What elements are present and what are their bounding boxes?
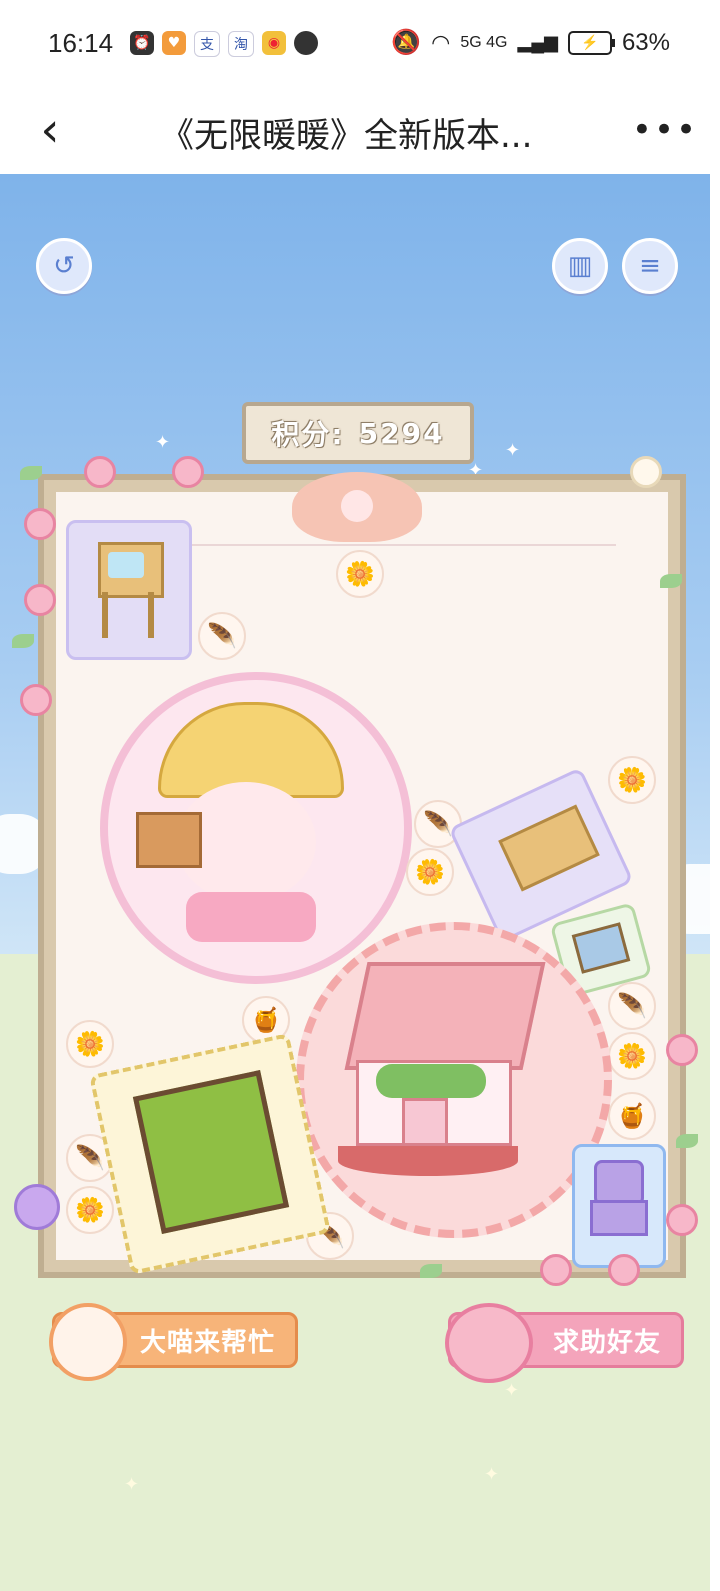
flower-pot-item[interactable]: 🌼 [336,550,384,598]
friend-avatar [445,1303,533,1383]
sparkle: ✦ [124,1474,140,1495]
more-options-button[interactable]: ••• [630,100,700,160]
back-button[interactable]: ‹ [20,100,80,160]
list-button[interactable]: ≡ [622,238,678,294]
score-plate: 积分: 5294 [242,402,474,464]
nightstand-leg [102,592,108,638]
feather-item[interactable]: 🪶 [198,612,246,660]
progress-line [176,544,616,546]
house-path [338,1146,518,1176]
leaf-decoration [420,1264,442,1278]
alarm-icon: ⏰ [130,31,154,55]
house-door [402,1098,448,1146]
battery-icon: ⚡ [567,30,615,55]
network-label: 5G 4G [460,33,508,51]
status-right: 🔕 ◠ 5G 4G ▂▄▆ ⚡ 63% [391,28,670,57]
signal-icon: ▂▄▆ [517,32,558,52]
girl-body [186,892,316,942]
message-icon [294,31,318,55]
rose-decoration [20,684,52,716]
rose-decoration [540,1254,572,1286]
friend-help-button[interactable]: 求助好友 [445,1303,684,1383]
ranking-button[interactable]: ▥ [552,238,608,294]
sparkle: ✦ [155,432,171,453]
snowflake-pattern [108,552,144,578]
battery-percent: 63% [621,28,670,56]
status-time: 16:14 [48,28,114,58]
score-value: 5294 [358,416,445,450]
flower-pot-item[interactable]: 🌼 [608,1032,656,1080]
merge-board[interactable]: 🌼 🪶 🌼 🪶 🌼 🪶 🌼 🍯 🍯 🌼 🪶 🌼 🪶 [56,472,668,1275]
hydrangea-decoration [14,1184,60,1230]
score-label: 积分: [271,418,345,451]
rose-decoration [84,456,116,488]
leaf-decoration [20,466,42,480]
cat-help-label: 大喵来帮忙 [139,1327,275,1358]
rose-decoration [172,456,204,488]
house-plants [376,1064,486,1098]
flower-pot-item[interactable]: 🌼 [406,848,454,896]
sparkle: ✦ [505,440,521,461]
board-frame: 🌼 🪶 🌼 🪶 🌼 🪶 🌼 🍯 🍯 🌼 🪶 🌼 🪶 [38,472,686,1278]
cat-help-button[interactable]: 大喵来帮忙 [49,1303,298,1381]
fairy-face [341,490,373,522]
flower-pot-item[interactable]: 🌼 [608,756,656,804]
app-taobao-icon: 淘 [228,31,254,57]
white-flower-decoration [630,456,662,488]
rose-decoration [608,1254,640,1286]
sparkle: ✦ [484,1464,500,1485]
feather-item[interactable]: 🪶 [608,982,656,1030]
leaf-decoration [676,1134,698,1148]
title-bar: ‹ 《无限暖暖》全新版本... ••• [0,90,720,174]
bricks [136,812,202,868]
chair-seat [590,1200,648,1236]
leaf-decoration [660,574,682,588]
leaf-decoration [12,634,34,648]
weibo-icon: ◉ [262,31,286,55]
flower-pot-item[interactable]: 🌼 [66,1020,114,1068]
friend-help-label: 求助好友 [552,1327,661,1358]
nightstand-leg [148,592,154,638]
rose-decoration [666,1034,698,1066]
rose-decoration [24,508,56,540]
app-heart-icon: ♥ [162,31,186,55]
game-canvas[interactable]: ↺ ▥ ≡ ✦ ✦ ✦ 积分: 5294 🌼 🪶 🌼 🪶 🌼 🪶 🌼 🍯 🍯 🌼… [0,174,710,1591]
status-bar: 16:14 ⏰ ♥ 支 淘 ◉ 🔕 ◠ 5G 4G ▂▄▆ ⚡ 63% [0,0,720,90]
app-pay-icon: 支 [194,31,220,57]
house-roof [344,962,546,1070]
rose-decoration [24,584,56,616]
honey-item[interactable]: 🍯 [608,1092,656,1140]
sparkle: ✦ [504,1380,520,1401]
mute-icon: 🔕 [391,29,422,56]
rose-decoration [666,1204,698,1236]
wifi-icon: ◠ [431,29,451,55]
cat-avatar [49,1303,127,1381]
notification-icons: ⏰ ♥ 支 淘 ◉ [130,31,318,57]
undo-button[interactable]: ↺ [36,238,92,294]
page-title: 《无限暖暖》全新版本... [160,116,533,156]
flower-pot-item[interactable]: 🌼 [66,1186,114,1234]
